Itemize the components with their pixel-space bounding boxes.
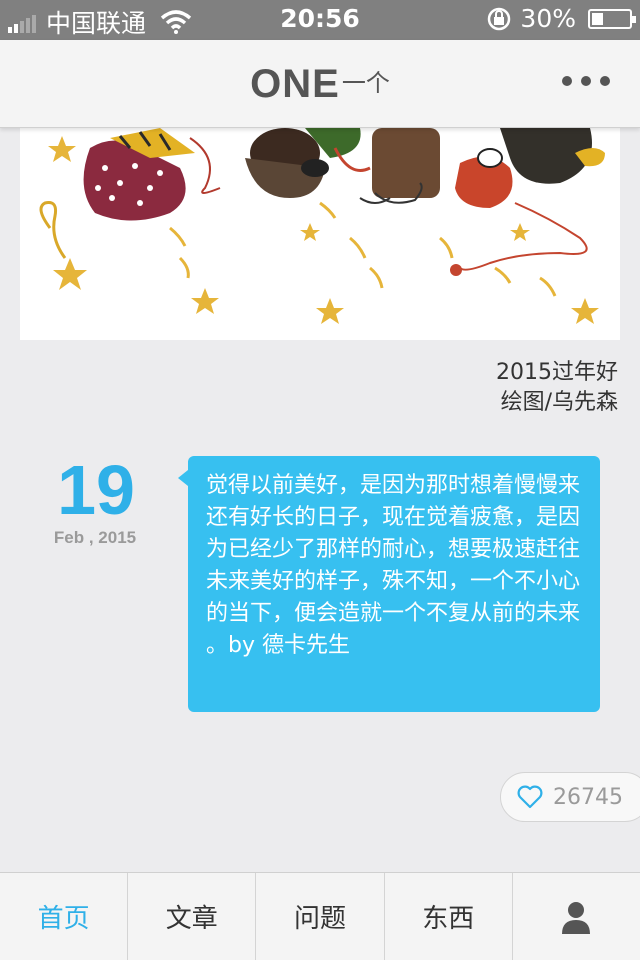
- like-count: 26745: [553, 784, 623, 810]
- tab-home[interactable]: 首页: [0, 873, 129, 960]
- date-day: 19: [57, 451, 135, 529]
- illustration-image: [39, 128, 605, 324]
- battery-percent: 30%: [520, 4, 576, 33]
- tab-profile[interactable]: [513, 873, 640, 960]
- quote-bubble: 觉得以前美好，是因为那时想着慢慢来还有好长的日子，现在觉着疲惫，是因为已经少了那…: [178, 456, 600, 712]
- rotation-lock-icon: [488, 7, 511, 30]
- app-logo: ONE一个: [0, 62, 640, 107]
- logo-text: ONE: [250, 62, 340, 106]
- like-button[interactable]: 26745: [500, 772, 640, 822]
- tab-articles[interactable]: 文章: [128, 873, 257, 960]
- quote-text: 觉得以前美好，是因为那时想着慢慢来还有好长的日子，现在觉着疲惫，是因为已经少了那…: [206, 473, 581, 658]
- illustration-title: 2015过年好: [496, 360, 618, 385]
- tab-questions[interactable]: 问题: [256, 873, 385, 960]
- status-right: 30%: [486, 4, 636, 33]
- more-button[interactable]: [562, 76, 610, 86]
- logo-sub: 一个: [341, 69, 390, 97]
- more-dot-icon: [600, 76, 610, 86]
- illustration-author: 绘图/乌先森: [500, 390, 618, 415]
- more-dot-icon: [562, 76, 572, 86]
- more-dot-icon: [581, 76, 591, 86]
- date-month-year: Feb , 2015: [53, 528, 137, 547]
- nav-bar: ONE一个: [0, 40, 640, 128]
- daily-illustration[interactable]: [20, 128, 620, 340]
- illustration-caption: 2015过年好 绘图/乌先森: [496, 358, 618, 418]
- battery-icon: [588, 8, 636, 29]
- tab-bar: 首页 文章 问题 东西: [0, 872, 640, 960]
- status-bar: 中国联通 20:56 30%: [0, 0, 640, 40]
- tab-things[interactable]: 东西: [385, 873, 513, 960]
- user-icon: [562, 901, 591, 934]
- heart-icon: [517, 785, 543, 809]
